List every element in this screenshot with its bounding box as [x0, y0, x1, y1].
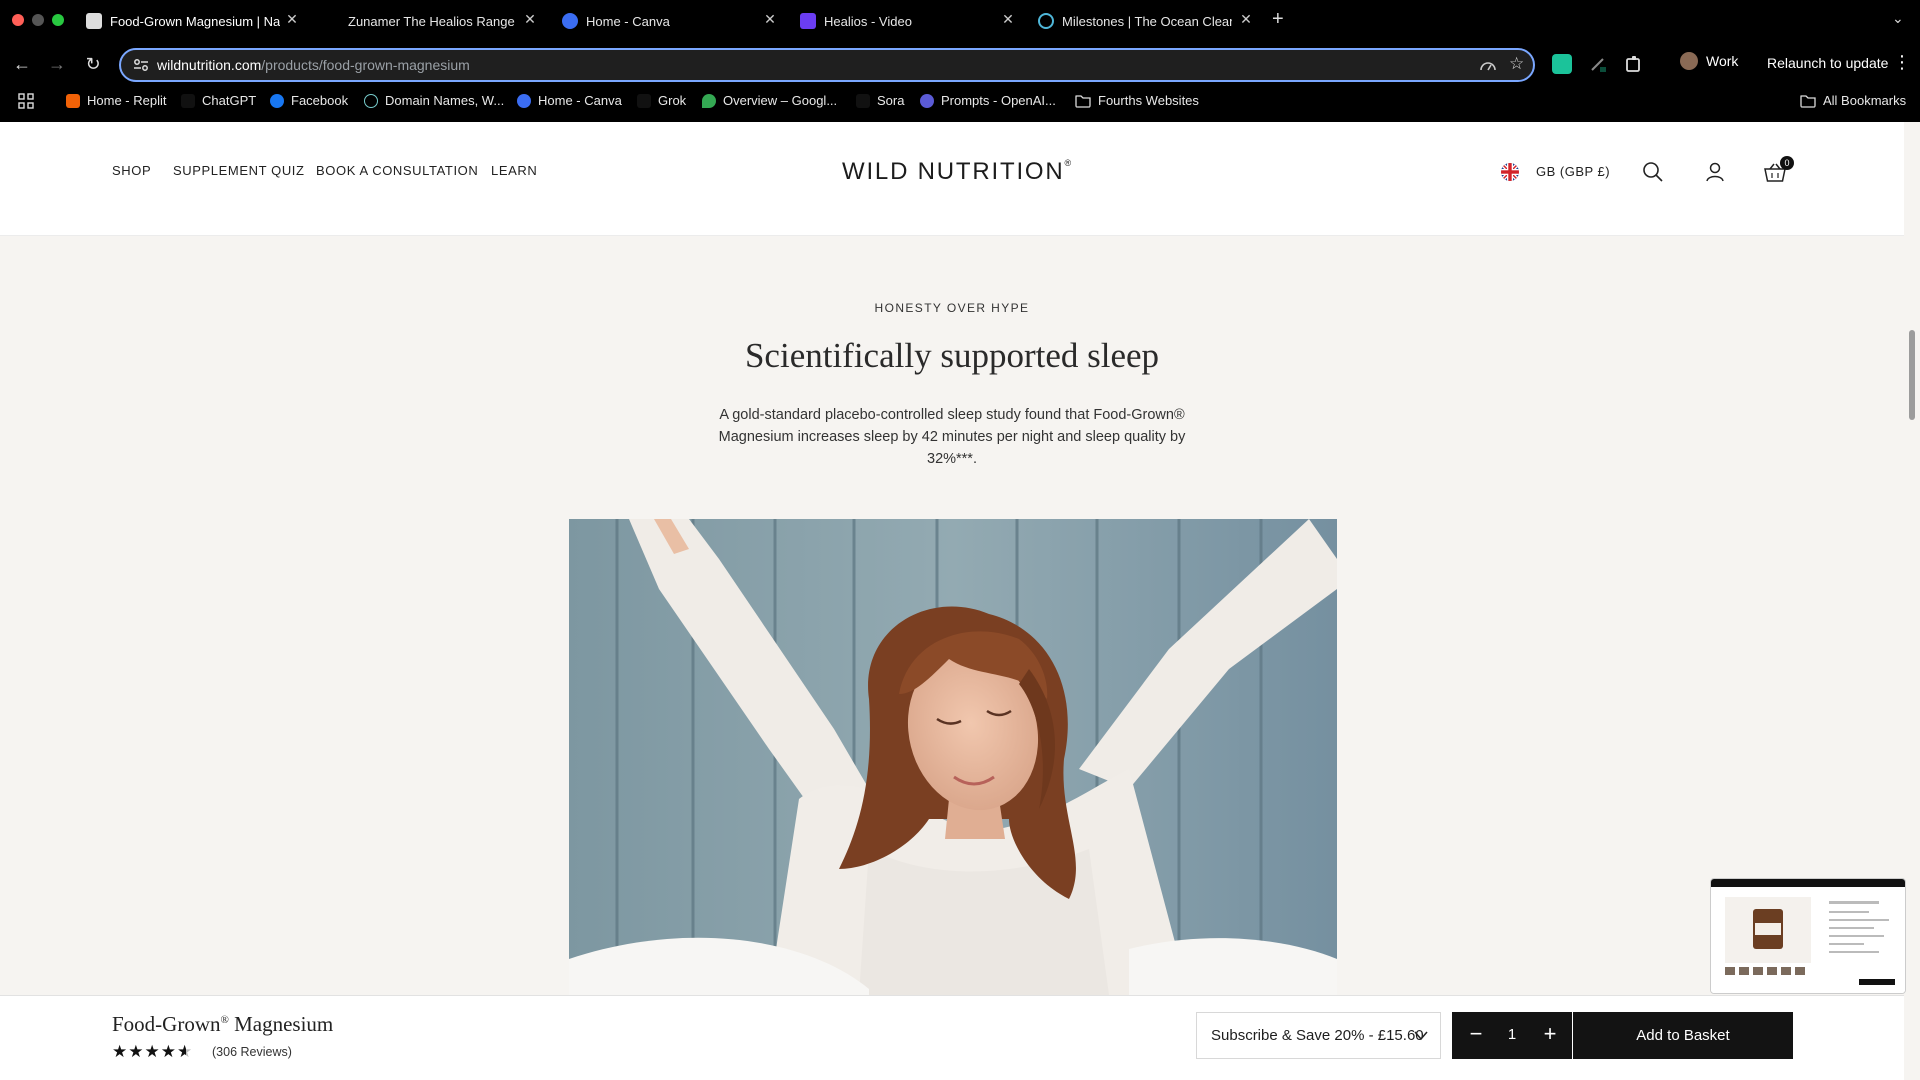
- close-tab-icon[interactable]: ✕: [1000, 11, 1016, 28]
- sora-icon: [856, 93, 870, 108]
- site-settings-icon[interactable]: [133, 58, 149, 72]
- canva-icon: [517, 93, 531, 108]
- bookmark-domain-names[interactable]: Domain Names, W...: [364, 93, 504, 108]
- increase-quantity-button[interactable]: +: [1538, 1022, 1562, 1046]
- facebook-icon: [270, 93, 284, 108]
- maps-pin-icon: [702, 93, 716, 108]
- section-eyebrow: HONESTY OVER HYPE: [874, 301, 1030, 315]
- profile-button[interactable]: Work: [1680, 52, 1738, 70]
- page-scrollbar[interactable]: [1904, 122, 1920, 1080]
- close-tab-icon[interactable]: ✕: [762, 11, 778, 28]
- bookmark-home-canva[interactable]: Home - Canva: [517, 93, 622, 108]
- extension-green-icon[interactable]: [1552, 54, 1572, 74]
- domain-icon: [364, 93, 378, 108]
- chevron-down-icon: [1414, 1031, 1428, 1041]
- bookmark-home-replit[interactable]: Home - Replit: [66, 93, 166, 108]
- toolbar: ← → ↻ wildnutrition.com/products/food-gr…: [0, 44, 1920, 84]
- folder-icon: [1075, 94, 1091, 108]
- star-icon: ★: [160, 1042, 177, 1061]
- profile-avatar-icon: [1680, 52, 1698, 70]
- sticky-add-to-cart-bar: Food-Grown® Magnesium ★★★★★ (306 Reviews…: [0, 995, 1904, 1080]
- openai-icon: [920, 93, 934, 108]
- bookmark-chatgpt[interactable]: ChatGPT: [181, 93, 256, 108]
- bookmark-sora[interactable]: Sora: [856, 93, 904, 108]
- reload-icon[interactable]: ↻: [81, 52, 105, 76]
- tab-search-chevron-icon[interactable]: ⌄: [1892, 10, 1904, 27]
- nav-shop[interactable]: SHOP: [112, 163, 151, 178]
- sticky-product-name: Food-Grown® Magnesium: [112, 1012, 334, 1036]
- nav-book-consultation[interactable]: BOOK A CONSULTATION: [316, 163, 478, 178]
- maximize-window-button[interactable]: [52, 14, 64, 26]
- quantity-value[interactable]: 1: [1497, 1026, 1527, 1043]
- bookmark-prompts-openai[interactable]: Prompts - OpenAI...: [920, 93, 1056, 108]
- account-icon[interactable]: [1703, 160, 1727, 184]
- minimize-window-button[interactable]: [32, 14, 44, 26]
- tab-preview-thumbnail[interactable]: [1710, 878, 1906, 994]
- canva-favicon-icon: [562, 13, 578, 29]
- bookmark-facebook[interactable]: Facebook: [270, 93, 348, 108]
- nav-supplement-quiz[interactable]: SUPPLEMENT QUIZ: [173, 163, 305, 178]
- add-to-basket-button[interactable]: Add to Basket: [1573, 1012, 1793, 1059]
- folder-icon: [1800, 94, 1816, 108]
- address-bar[interactable]: wildnutrition.com/products/food-grown-ma…: [119, 48, 1535, 82]
- star-icon: ★: [128, 1042, 145, 1061]
- back-arrow-icon[interactable]: ←: [10, 52, 34, 76]
- bookmark-star-icon[interactable]: ☆: [1509, 54, 1524, 74]
- performance-icon[interactable]: [1479, 58, 1497, 74]
- nav-learn[interactable]: LEARN: [491, 163, 537, 178]
- tab-strip: Food-Grown Magnesium | Na ✕ Zunamer The …: [0, 0, 1920, 41]
- replit-icon: [66, 93, 80, 108]
- extensions-puzzle-icon[interactable]: [1624, 54, 1644, 74]
- grok-icon: [637, 93, 651, 108]
- quantity-stepper: − 1 +: [1452, 1012, 1572, 1059]
- wild-nutrition-favicon-icon: [86, 13, 102, 29]
- video-favicon-icon: [800, 13, 816, 29]
- star-icon: ★: [144, 1042, 161, 1061]
- bookmark-grok[interactable]: Grok: [637, 93, 686, 108]
- half-star-icon: ★: [177, 1042, 194, 1061]
- all-bookmarks-button[interactable]: All Bookmarks: [1800, 93, 1906, 108]
- url-text: wildnutrition.com/products/food-grown-ma…: [157, 57, 470, 73]
- more-menu-icon[interactable]: ⋮: [1893, 52, 1911, 73]
- site-header: SHOP SUPPLEMENT QUIZ BOOK A CONSULTATION…: [0, 122, 1904, 236]
- close-tab-icon[interactable]: ✕: [1238, 11, 1254, 28]
- currency-selector[interactable]: GB (GBP £): [1536, 164, 1610, 179]
- section-body: A gold-standard placebo-controlled sleep…: [718, 407, 1186, 467]
- close-tab-icon[interactable]: ✕: [522, 11, 538, 28]
- uk-flag-icon[interactable]: [1500, 162, 1520, 182]
- cart-count-badge: 0: [1780, 156, 1794, 170]
- star-rating: ★★★★★: [112, 1042, 193, 1062]
- preview-snapshot-image: [1711, 879, 1905, 993]
- scrollbar-thumb[interactable]: [1909, 330, 1915, 420]
- basket-button[interactable]: 0: [1762, 156, 1794, 188]
- relaunch-button[interactable]: Relaunch to update: [1767, 55, 1888, 71]
- search-icon[interactable]: [1641, 160, 1665, 184]
- section-headline: Scientifically supported sleep: [744, 336, 1160, 375]
- ocean-cleanup-favicon-icon: [1038, 13, 1054, 29]
- subscription-select[interactable]: Subscribe & Save 20% - £15.60: [1196, 1012, 1441, 1059]
- tab-zunamer[interactable]: Zunamer The Healios Range ✕: [348, 8, 538, 34]
- forward-arrow-icon[interactable]: →: [45, 52, 69, 76]
- close-window-button[interactable]: [12, 14, 24, 26]
- new-tab-icon[interactable]: +: [1272, 8, 1284, 31]
- decrease-quantity-button[interactable]: −: [1464, 1022, 1488, 1046]
- tab-healios-video[interactable]: Healios - Video ✕: [800, 8, 1016, 34]
- chatgpt-icon: [181, 93, 195, 108]
- site-logo[interactable]: WILD NUTRITION®: [842, 158, 1073, 186]
- close-tab-icon[interactable]: ✕: [284, 11, 300, 28]
- reviews-count-link[interactable]: (306 Reviews): [212, 1045, 292, 1059]
- tab-food-grown-magnesium[interactable]: Food-Grown Magnesium | Na ✕: [86, 8, 300, 34]
- star-icon: ★: [112, 1042, 129, 1061]
- tab-milestones[interactable]: Milestones | The Ocean Clean ✕: [1038, 8, 1254, 34]
- hero-image-woman-stretching: [569, 519, 1337, 995]
- tab-home-canva[interactable]: Home - Canva ✕: [562, 8, 778, 34]
- bookmark-overview-google[interactable]: Overview – Googl...: [702, 93, 837, 108]
- browser-chrome: Food-Grown Magnesium | Na ✕ Zunamer The …: [0, 0, 1920, 122]
- extension-pen-icon[interactable]: [1588, 54, 1608, 74]
- apps-grid-icon[interactable]: [18, 93, 34, 109]
- bookmarks-bar: Home - Replit ChatGPT Facebook Domain Na…: [0, 91, 1920, 115]
- bookmark-fourths-websites[interactable]: Fourths Websites: [1075, 93, 1199, 108]
